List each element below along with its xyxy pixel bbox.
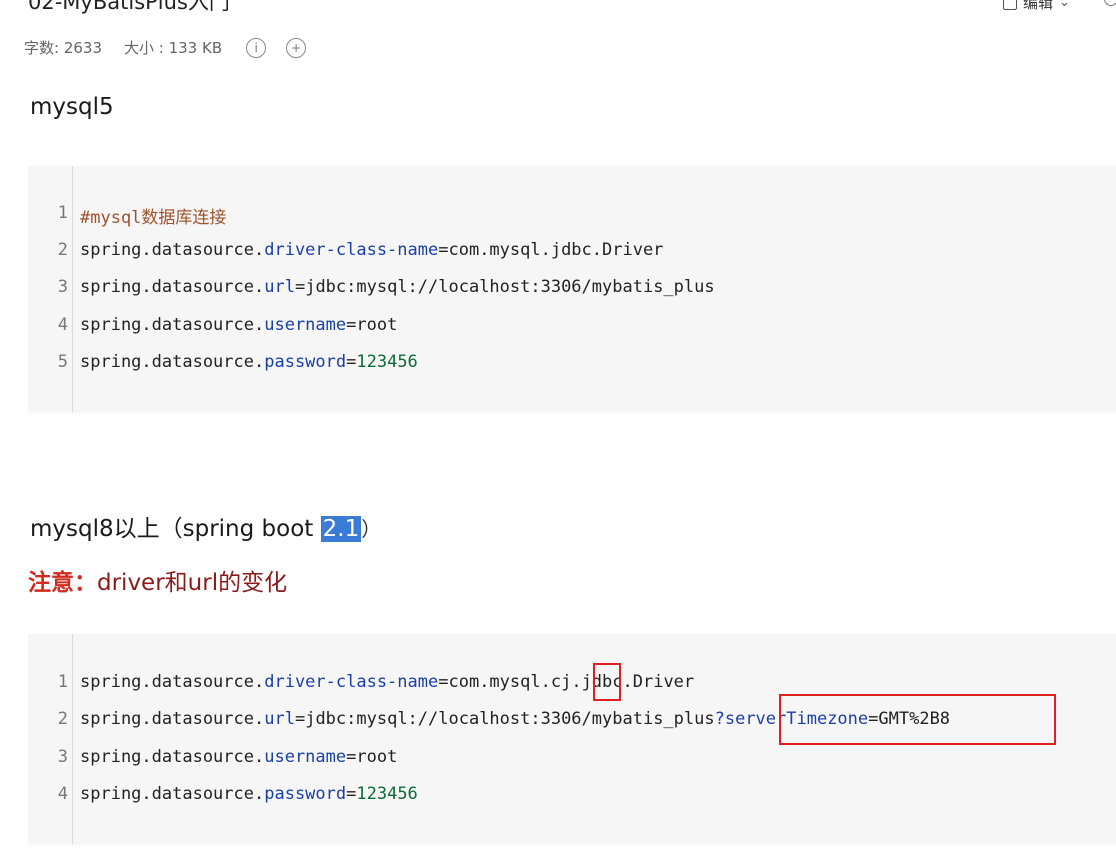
add-icon[interactable]: + (286, 37, 307, 58)
code-line: 4 spring.datasource.password=123456 (57, 784, 418, 804)
text-cursor: ） (361, 517, 382, 541)
line-gutter (28, 634, 73, 845)
info-icon[interactable]: i (246, 37, 267, 58)
doc-header: 02-MyBatisPlus入门 编辑 ⌄ 字数: 2633 大小 : 133 … (0, 0, 1116, 70)
chevron-down-icon[interactable]: ⌄ (1059, 0, 1070, 10)
more-icon[interactable] (1104, 0, 1116, 6)
code-line: 1 spring.datasource.driver-class-name=co… (57, 672, 695, 692)
highlighted-cj: cj (550, 672, 572, 692)
selected-text[interactable]: 2.1 (320, 516, 362, 542)
edit-button[interactable]: 编辑 ⌄ (1003, 0, 1070, 13)
edit-icon (1003, 0, 1017, 10)
doc-meta: 字数: 2633 大小 : 133 KB i + (24, 37, 307, 58)
code-line: 5 spring.datasource.password=123456 (57, 352, 418, 372)
doc-title: 02-MyBatisPlus入门 (28, 0, 230, 14)
highlight-box-cj (593, 663, 621, 701)
section-heading-mysql8: mysql8以上（spring boot 2.1） (30, 516, 382, 542)
code-line: 1 #mysql数据库连接 (57, 203, 227, 228)
highlight-box-timezone (779, 694, 1056, 745)
code-block-mysql5: 1 #mysql数据库连接 2 spring.datasource.driver… (28, 166, 1116, 413)
code-line: 3 spring.datasource.url=jdbc:mysql://loc… (57, 277, 715, 297)
word-count: 字数: 2633 (24, 39, 102, 57)
code-line: 4 spring.datasource.username=root (57, 315, 398, 335)
note-text: 注意：driver和url的变化 (28, 570, 288, 596)
edit-label: 编辑 (1023, 0, 1054, 12)
code-line: 3 spring.datasource.username=root (57, 747, 398, 767)
code-line: 2 spring.datasource.driver-class-name=co… (57, 240, 664, 260)
file-size: 大小 : 133 KB (124, 39, 223, 57)
section-heading-mysql5: mysql5 (30, 94, 114, 120)
